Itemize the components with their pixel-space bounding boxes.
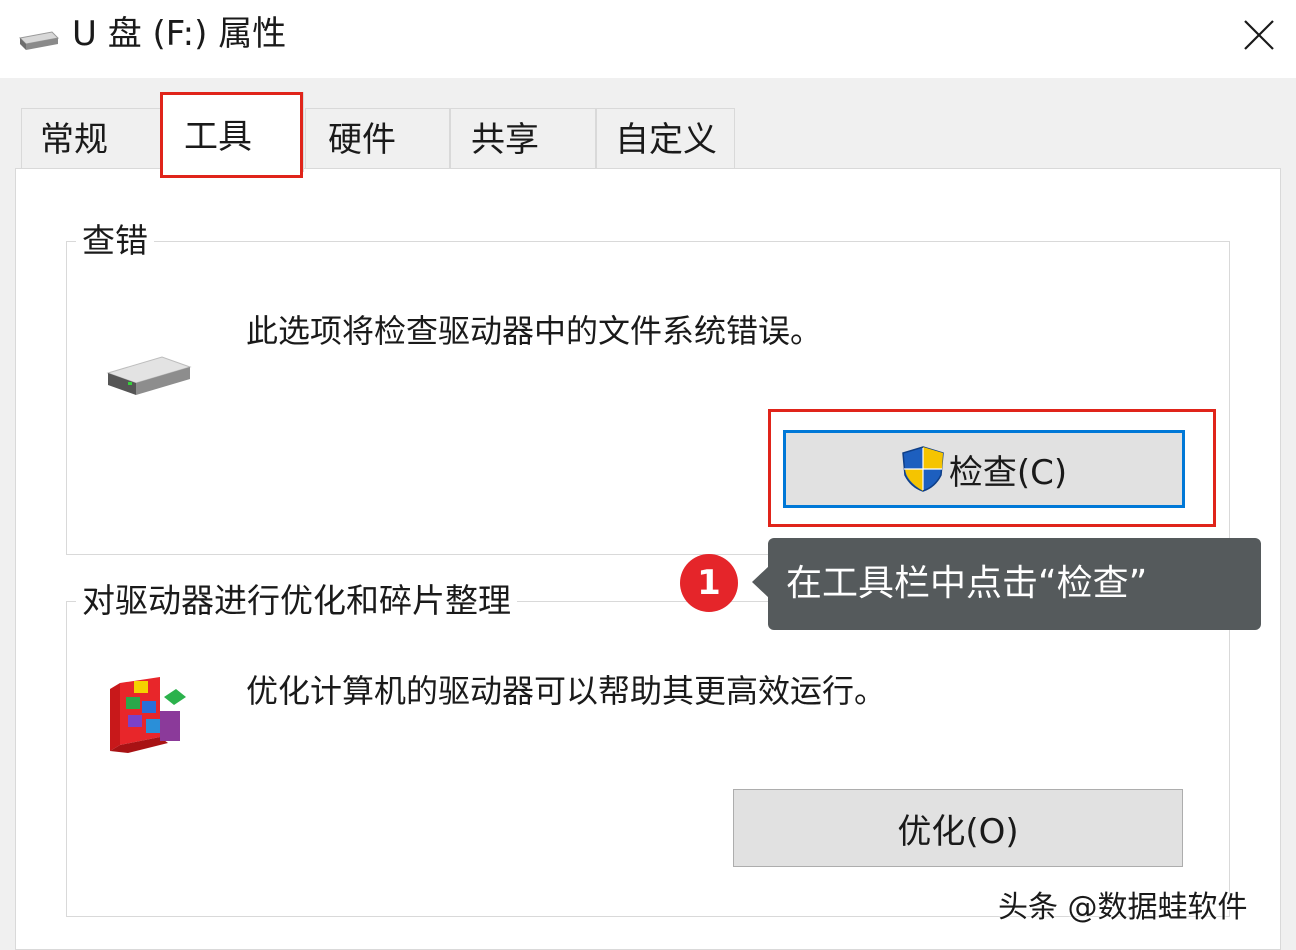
optimize-title: 对驱动器进行优化和碎片整理 xyxy=(76,579,517,623)
tab-customize[interactable]: 自定义 xyxy=(596,108,735,170)
close-button[interactable] xyxy=(1236,12,1282,58)
tab-label: 常规 xyxy=(40,120,108,160)
callout-text: 在工具栏中点击“检查” xyxy=(786,563,1148,604)
optimize-button[interactable]: 优化(O) xyxy=(733,789,1183,867)
optimize-button-label: 优化(O) xyxy=(897,811,1019,852)
uac-shield-icon xyxy=(901,445,945,493)
tab-hardware[interactable]: 硬件 xyxy=(305,108,450,170)
check-button-label: 检查(C) xyxy=(948,452,1068,493)
tab-general[interactable]: 常规 xyxy=(21,108,161,170)
tab-label: 工具 xyxy=(184,117,252,157)
window-title: U 盘 (F:) 属性 xyxy=(72,14,287,54)
callout-tooltip: 在工具栏中点击“检查” xyxy=(768,538,1261,630)
check-button[interactable]: 检查(C) xyxy=(783,430,1185,508)
title-bar: U 盘 (F:) 属性 xyxy=(0,0,1296,78)
tab-label: 自定义 xyxy=(615,120,717,160)
tab-tools[interactable]: 工具 xyxy=(161,92,304,172)
callout-arrow xyxy=(752,566,769,598)
error-check-description: 此选项将检查驱动器中的文件系统错误。 xyxy=(246,312,823,350)
optimize-group xyxy=(66,601,1230,917)
usb-drive-icon xyxy=(16,28,60,56)
step-badge: 1 xyxy=(680,554,738,612)
tab-label: 硬件 xyxy=(328,120,396,160)
tab-sharing[interactable]: 共享 xyxy=(450,108,596,170)
drive-icon xyxy=(104,353,192,403)
close-icon xyxy=(1244,20,1274,50)
optimize-description: 优化计算机的驱动器可以帮助其更高效运行。 xyxy=(246,672,887,710)
tab-label: 共享 xyxy=(471,120,539,160)
error-check-title: 查错 xyxy=(76,219,154,263)
defrag-icon xyxy=(106,675,192,761)
watermark: 头条 @数据蛙软件 xyxy=(998,890,1248,925)
